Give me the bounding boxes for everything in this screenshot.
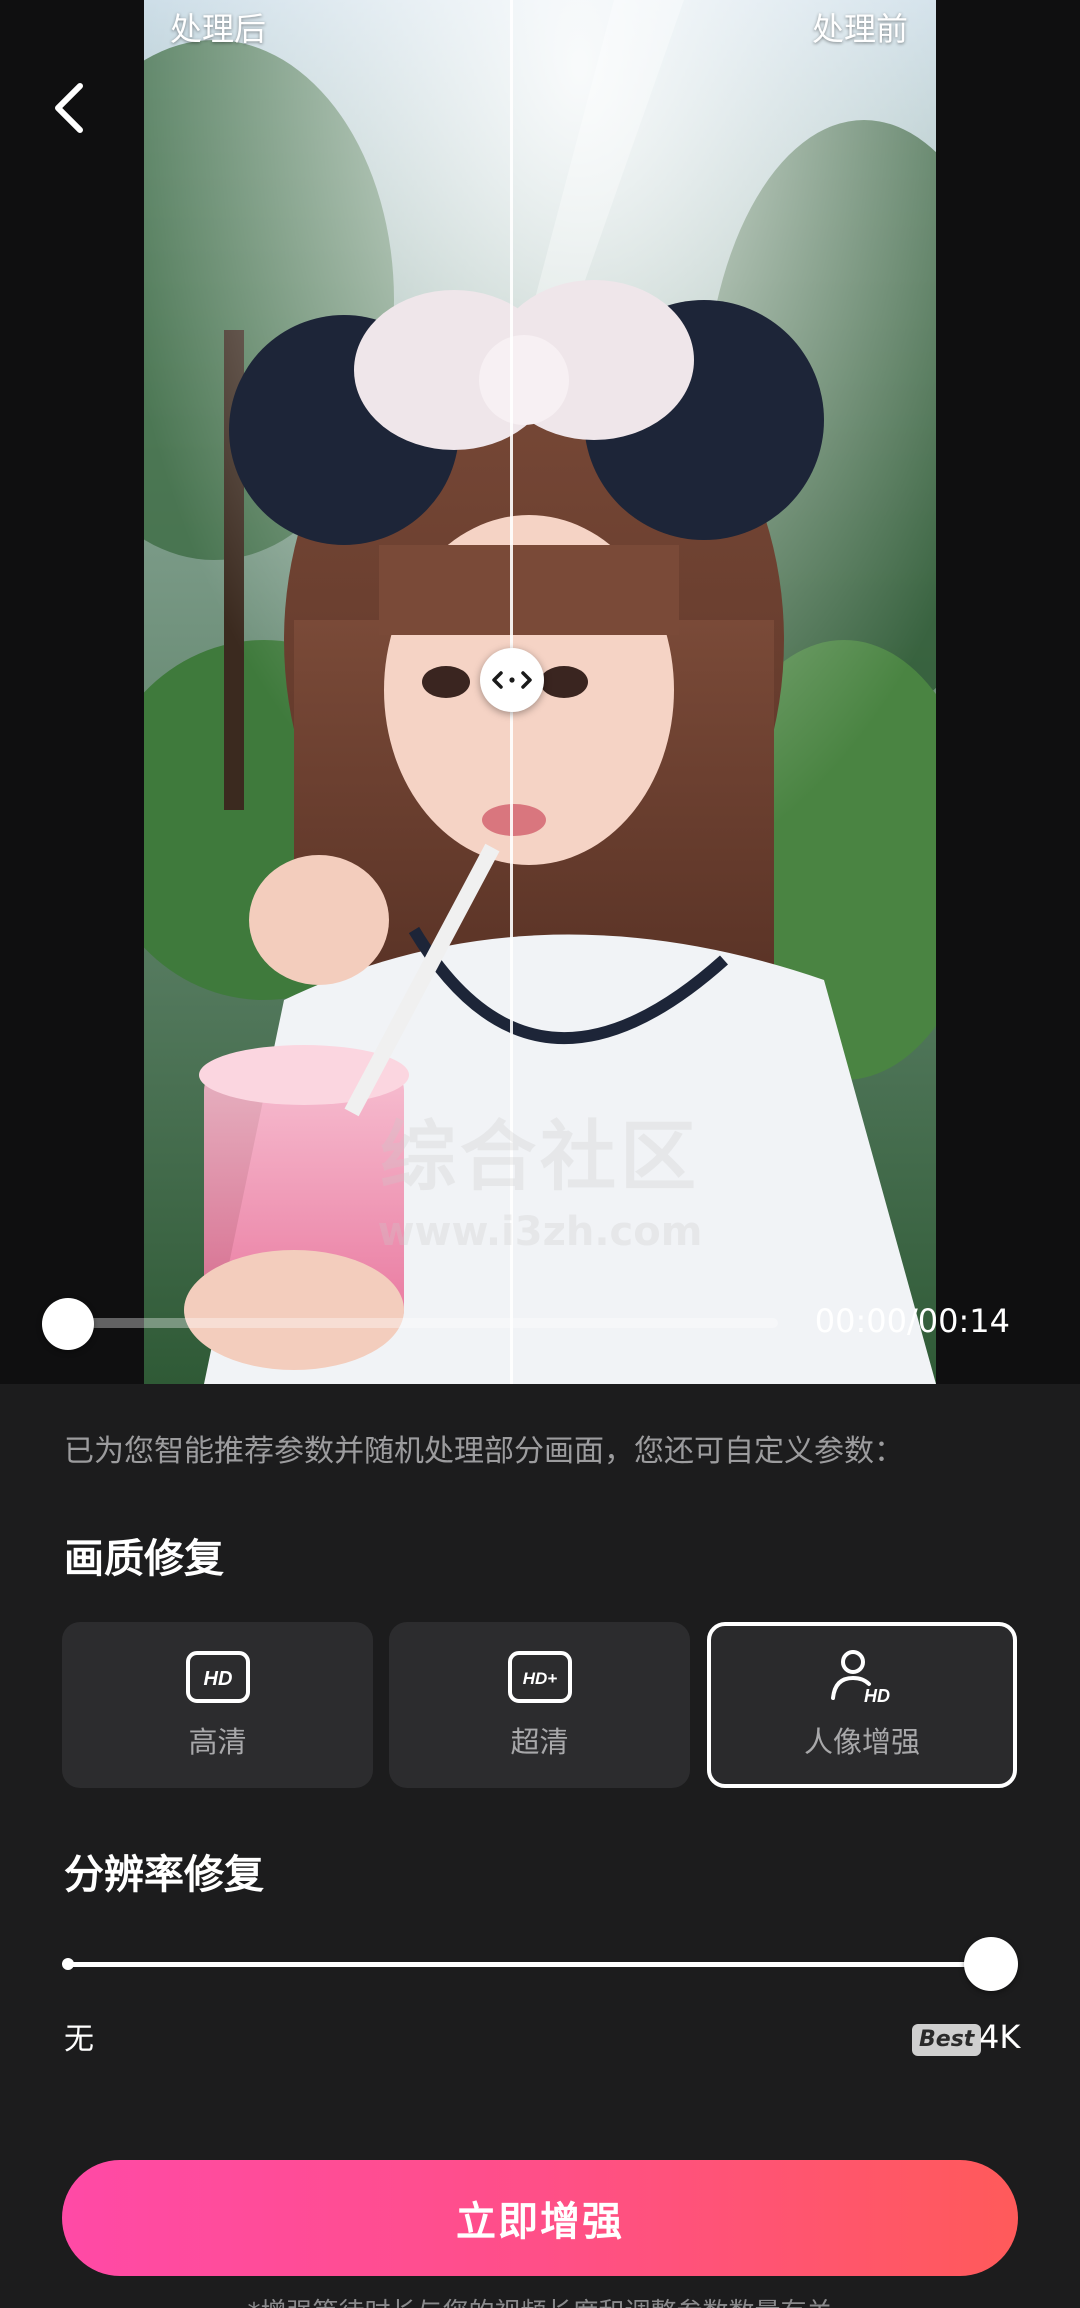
option-hd-label: 高清 (188, 1725, 247, 1759)
before-label: 处理前 (811, 10, 908, 48)
enhance-now-button[interactable]: 立即增强 (62, 2160, 1018, 2276)
resolution-slider-track[interactable] (68, 1962, 990, 1967)
enhance-footnote: *增强等待时长与您的视频长度和调整参数数量有关 (0, 2292, 1080, 2308)
watermark-url: www.i3zh.com (377, 1209, 703, 1255)
best-badge: Best (912, 2024, 982, 2056)
hd-plus-icon: HD+ (507, 1649, 573, 1705)
drag-arrows-icon (492, 671, 532, 689)
quality-section-title: 画质修复 (64, 1536, 224, 1582)
playback-timeline[interactable] (70, 1318, 778, 1328)
resolution-slider-knob[interactable] (964, 1937, 1018, 1991)
resolution-min-label: 无 (64, 2022, 94, 2057)
resolution-max-label: 4K (979, 2018, 1021, 2056)
option-hd-plus[interactable]: HD+ 超清 (389, 1622, 690, 1788)
recommendation-hint: 已为您智能推荐参数并随机处理部分画面，您还可自定义参数： (64, 1434, 904, 1469)
back-button[interactable] (40, 78, 100, 138)
chevron-left-icon (55, 83, 83, 133)
resolution-slider-start (62, 1958, 74, 1970)
video-preview: 处理后 处理前 综合社区 www.i3zh.com 00:00/00:14 (0, 0, 1080, 1384)
svg-text:HD: HD (203, 1668, 232, 1690)
hd-icon: HD (185, 1649, 251, 1705)
playback-time: 00:00/00:14 (814, 1302, 1010, 1340)
svg-text:HD+: HD+ (522, 1669, 557, 1688)
enhance-now-label: 立即增强 (456, 2199, 624, 2245)
option-portrait-enhance[interactable]: HD 人像增强 (707, 1622, 1017, 1788)
svg-text:HD: HD (864, 1686, 890, 1706)
after-label: 处理后 (170, 10, 267, 48)
portrait-hd-icon: HD (829, 1649, 895, 1706)
settings-panel: 已为您智能推荐参数并随机处理部分画面，您还可自定义参数： 画质修复 HD 高清 … (0, 1384, 1080, 2308)
resolution-section-title: 分辨率修复 (64, 1852, 264, 1898)
timeline-scrubber[interactable] (42, 1298, 94, 1350)
option-hd-plus-label: 超清 (510, 1725, 569, 1759)
option-portrait-enhance-label: 人像增强 (803, 1725, 920, 1759)
compare-handle[interactable] (480, 648, 544, 712)
watermark: 综合社区 www.i3zh.com (240, 1095, 840, 1255)
watermark-title: 综合社区 (380, 1112, 700, 1201)
option-hd[interactable]: HD 高清 (62, 1622, 373, 1788)
